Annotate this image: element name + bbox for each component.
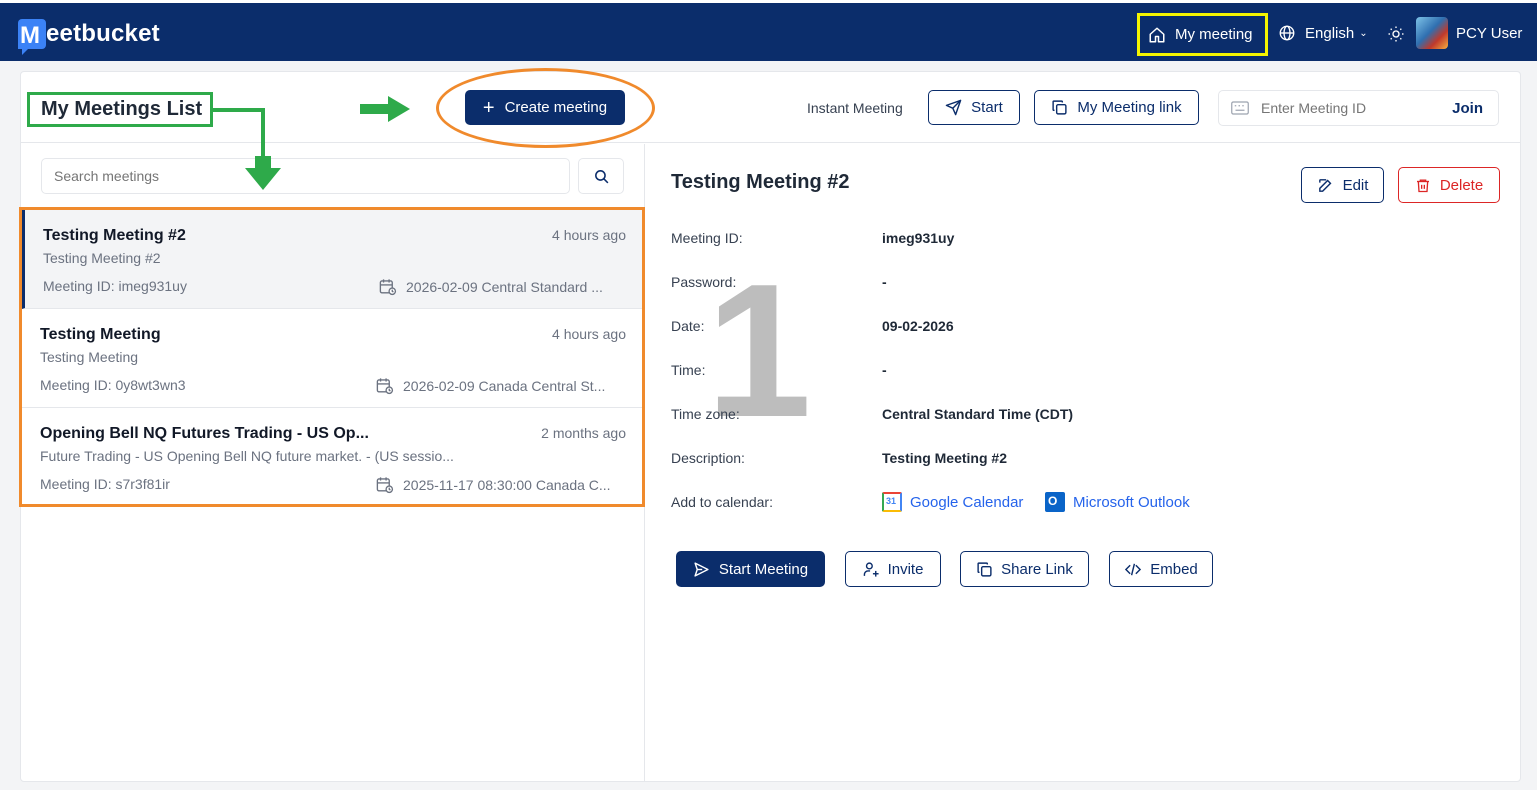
meeting-age: 4 hours ago [552, 227, 626, 243]
field-label-description: Description: [671, 450, 745, 466]
meeting-detail-pane: 1 Testing Meeting #2 Edit Delete Meeting… [646, 144, 1520, 782]
meeting-id: Meeting ID: s7r3f81ir [40, 476, 170, 492]
meeting-age: 2 months ago [541, 425, 626, 441]
start-meeting-button[interactable]: Start Meeting [676, 551, 825, 587]
meeting-id: Meeting ID: 0y8wt3wn3 [40, 377, 186, 393]
list-item[interactable]: Testing Meeting 4 hours ago Testing Meet… [22, 309, 642, 408]
field-value-time: - [882, 362, 887, 378]
language-selector[interactable]: English ⌄ [1278, 24, 1368, 42]
user-menu[interactable]: PCY User [1416, 17, 1522, 49]
field-value-password: - [882, 274, 887, 290]
theme-toggle[interactable] [1387, 25, 1405, 48]
meeting-title: Opening Bell NQ Futures Trading - US Op.… [40, 425, 369, 442]
meetings-list: Testing Meeting #2 4 hours ago Testing M… [19, 207, 645, 507]
edit-icon [1318, 178, 1332, 192]
invite-button[interactable]: Invite [845, 551, 941, 587]
meetings-list-pane: Testing Meeting #2 4 hours ago Testing M… [19, 108, 645, 782]
meeting-datetime: 2026-02-09 Canada Central St... [375, 376, 605, 395]
microsoft-outlook-link[interactable]: O Microsoft Outlook [1045, 492, 1190, 512]
embed-button[interactable]: Embed [1109, 551, 1213, 587]
edit-label: Edit [1342, 176, 1369, 194]
copy-icon [1052, 100, 1067, 115]
logo-mark: M [18, 19, 46, 55]
field-label-password: Password: [671, 274, 737, 290]
meeting-subtitle: Future Trading - US Opening Bell NQ futu… [40, 448, 454, 464]
keyboard-icon [1231, 101, 1249, 115]
field-value-date: 09-02-2026 [882, 318, 954, 334]
microsoft-outlook-label: Microsoft Outlook [1073, 493, 1190, 511]
outlook-icon: O [1045, 492, 1065, 512]
calendar-clock-icon [379, 279, 397, 296]
meeting-title: Testing Meeting #2 [43, 227, 186, 244]
google-calendar-icon: 31 [882, 492, 902, 512]
edit-button[interactable]: Edit [1301, 167, 1384, 203]
language-label: English [1305, 24, 1355, 42]
field-value-timezone: Central Standard Time (CDT) [882, 406, 1074, 422]
send-icon [694, 561, 709, 577]
list-item[interactable]: Testing Meeting #2 4 hours ago Testing M… [22, 210, 642, 309]
google-calendar-link[interactable]: 31 Google Calendar [882, 492, 1023, 512]
share-link-button[interactable]: Share Link [960, 551, 1089, 587]
field-label-timezone: Time zone: [671, 406, 740, 422]
my-meeting-link-label: My Meeting link [1077, 99, 1182, 116]
logo-wordmark: eetbucket [46, 20, 160, 47]
meeting-id: Meeting ID: imeg931uy [43, 278, 187, 294]
sun-icon [1388, 26, 1404, 42]
plus-icon: + [482, 96, 495, 119]
annotation-arrow-right [360, 96, 410, 122]
code-icon [1125, 563, 1142, 575]
start-meeting-label: Start Meeting [718, 560, 809, 578]
user-plus-icon [863, 561, 879, 577]
calendar-clock-icon [376, 378, 394, 395]
meeting-datetime: 2026-02-09 Central Standard ... [378, 277, 603, 296]
home-icon [1149, 27, 1165, 42]
meeting-subtitle: Testing Meeting #2 [43, 250, 161, 266]
annotation-arrow-down [211, 108, 281, 190]
my-meeting-link-button[interactable]: My Meeting link [1034, 90, 1199, 125]
field-value-meeting-id: imeg931uy [882, 230, 955, 246]
create-meeting-button[interactable]: + Create meeting [465, 90, 625, 125]
field-label-meeting-id: Meeting ID: [671, 230, 743, 246]
instant-meeting-label: Instant Meeting [807, 100, 903, 116]
share-link-label: Share Link [1001, 560, 1073, 578]
field-label-time: Time: [671, 362, 706, 378]
globe-icon [1279, 25, 1295, 41]
join-button[interactable]: Join [1452, 100, 1483, 117]
meeting-datetime: 2025-11-17 08:30:00 Canada C... [375, 475, 611, 494]
field-label-date: Date: [671, 318, 705, 334]
calendar-clock-icon [376, 477, 394, 494]
delete-label: Delete [1439, 176, 1484, 194]
meeting-detail-title: Testing Meeting #2 [671, 171, 850, 193]
create-meeting-label: Create meeting [504, 99, 608, 116]
user-name: PCY User [1456, 24, 1523, 42]
invite-label: Invite [887, 560, 924, 578]
list-item[interactable]: Opening Bell NQ Futures Trading - US Op.… [22, 408, 642, 507]
meetings-card: My Meetings List + Create meeting Instan… [19, 68, 1521, 782]
search-icon [594, 169, 608, 183]
meeting-title: Testing Meeting [40, 326, 161, 343]
meetbucket-logo[interactable]: M eetbucket [18, 18, 160, 55]
nav-my-meeting-label: My meeting [1175, 26, 1253, 43]
start-label: Start [971, 99, 1003, 116]
chevron-down-icon: ⌄ [1359, 27, 1368, 39]
search-button[interactable] [578, 158, 624, 194]
join-meeting-box: Join [1218, 90, 1499, 126]
avatar [1416, 17, 1448, 49]
meeting-subtitle: Testing Meeting [40, 349, 139, 365]
field-label-calendar: Add to calendar: [671, 494, 773, 510]
start-instant-button[interactable]: Start [928, 90, 1020, 125]
trash-icon [1416, 179, 1429, 192]
meeting-id-input[interactable] [1261, 100, 1446, 116]
meeting-age: 4 hours ago [552, 326, 626, 342]
delete-button[interactable]: Delete [1398, 167, 1500, 203]
google-calendar-label: Google Calendar [910, 493, 1024, 511]
top-nav-bar: M eetbucket My meeting English ⌄ PCY Use… [0, 0, 1537, 61]
nav-my-meeting[interactable]: My meeting [1137, 13, 1268, 56]
send-icon [945, 99, 962, 116]
top-border [0, 0, 1537, 3]
embed-label: Embed [1150, 560, 1198, 578]
page-title: My Meetings List [27, 92, 213, 127]
field-value-description: Testing Meeting #2 [882, 450, 1007, 466]
copy-icon [977, 561, 992, 577]
